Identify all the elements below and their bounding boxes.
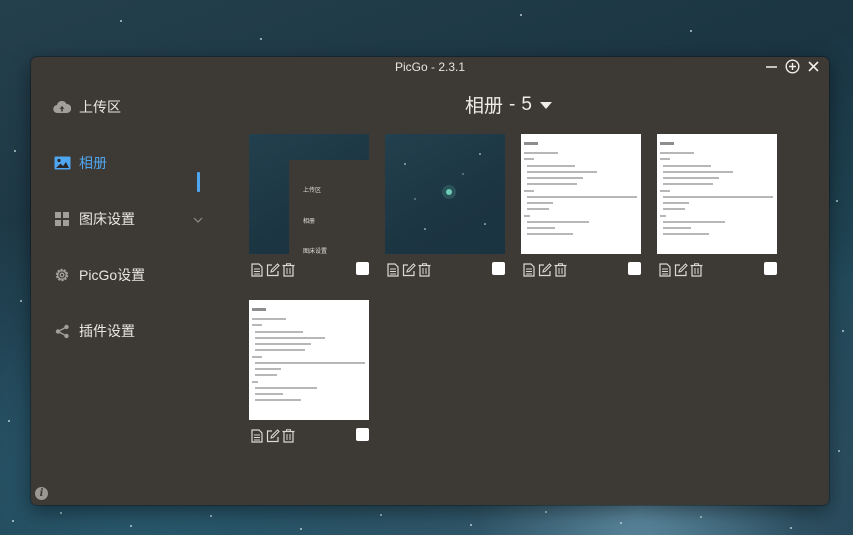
image-thumbnail[interactable] bbox=[249, 300, 369, 420]
image-thumbnail[interactable] bbox=[385, 134, 505, 254]
delete-icon[interactable] bbox=[281, 429, 296, 444]
sidebar-item-label: 相册 bbox=[79, 155, 107, 171]
copy-link-icon[interactable] bbox=[385, 263, 400, 278]
plus-circle-icon bbox=[785, 59, 800, 74]
info-icon[interactable]: i bbox=[35, 487, 48, 500]
edit-icon[interactable] bbox=[537, 263, 552, 278]
select-checkbox[interactable] bbox=[492, 262, 505, 275]
sidebar-item-image-host-settings[interactable]: 图床设置 bbox=[53, 207, 213, 231]
gallery-card bbox=[249, 300, 369, 445]
sidebar-item-label: PicGo设置 bbox=[79, 267, 146, 283]
title-bar[interactable]: PicGo - 2.3.1 bbox=[31, 57, 829, 77]
grid-icon bbox=[53, 210, 71, 228]
caret-down-icon bbox=[539, 94, 552, 116]
gallery-card bbox=[521, 134, 641, 279]
select-checkbox[interactable] bbox=[628, 262, 641, 275]
sidebar-item-label: 上传区 bbox=[79, 99, 121, 115]
copy-link-icon[interactable] bbox=[249, 263, 264, 278]
share-icon bbox=[53, 322, 71, 340]
sidebar-item-label: 插件设置 bbox=[79, 323, 135, 339]
card-actions bbox=[385, 261, 505, 279]
card-actions bbox=[249, 427, 369, 445]
maximize-button[interactable] bbox=[785, 59, 800, 74]
cloud-upload-icon bbox=[53, 98, 71, 116]
edit-icon[interactable] bbox=[673, 263, 688, 278]
sidebar-item-plugin-settings[interactable]: 插件设置 bbox=[53, 319, 213, 343]
card-actions bbox=[249, 261, 369, 279]
chevron-down-icon[interactable] bbox=[193, 211, 203, 227]
gallery-card: 上传区 相册 图床设置 bbox=[249, 134, 369, 279]
edit-icon[interactable] bbox=[401, 263, 416, 278]
select-checkbox[interactable] bbox=[356, 428, 369, 441]
gear-icon bbox=[53, 266, 71, 284]
select-checkbox[interactable] bbox=[764, 262, 777, 275]
close-button[interactable] bbox=[806, 59, 821, 74]
image-thumbnail[interactable]: 上传区 相册 图床设置 bbox=[249, 134, 369, 254]
gallery-card bbox=[657, 134, 777, 279]
sidebar-item-picgo-settings[interactable]: PicGo设置 bbox=[53, 263, 213, 287]
copy-link-icon[interactable] bbox=[249, 429, 264, 444]
sidebar: 上传区 相册 图床设置 PicGo设置 插件设置 i bbox=[31, 77, 231, 505]
picgo-window: PicGo - 2.3.1 上传区 相册 图床设置 PicGo设置 插件设置 i… bbox=[31, 57, 829, 505]
edit-icon[interactable] bbox=[265, 263, 280, 278]
gallery-title[interactable]: 相册 - 5 bbox=[465, 91, 552, 118]
copy-link-icon[interactable] bbox=[521, 263, 536, 278]
edit-icon[interactable] bbox=[265, 429, 280, 444]
delete-icon[interactable] bbox=[553, 263, 568, 278]
preview-label: 上传区 bbox=[303, 188, 322, 194]
select-checkbox[interactable] bbox=[356, 262, 369, 275]
preview-label: 图床设置 bbox=[303, 249, 328, 254]
image-thumbnail[interactable] bbox=[521, 134, 641, 254]
night-sky-image bbox=[404, 153, 486, 230]
gallery-count: 5 bbox=[521, 93, 532, 115]
sidebar-item-label: 图床设置 bbox=[79, 211, 135, 227]
close-icon bbox=[808, 61, 819, 72]
image-thumbnail[interactable] bbox=[657, 134, 777, 254]
card-actions bbox=[657, 261, 777, 279]
minimize-button[interactable] bbox=[764, 59, 779, 74]
delete-icon[interactable] bbox=[281, 263, 296, 278]
window-title: PicGo - 2.3.1 bbox=[394, 60, 466, 74]
gallery-title-separator: - bbox=[509, 93, 516, 115]
minimize-icon bbox=[766, 66, 777, 68]
delete-icon[interactable] bbox=[417, 263, 432, 278]
sidebar-item-upload[interactable]: 上传区 bbox=[53, 95, 213, 119]
delete-icon[interactable] bbox=[689, 263, 704, 278]
copy-link-icon[interactable] bbox=[657, 263, 672, 278]
sidebar-item-gallery[interactable]: 相册 bbox=[53, 151, 213, 175]
active-indicator bbox=[197, 172, 200, 192]
card-actions bbox=[521, 261, 641, 279]
thumbnail-preview-window: 上传区 相册 图床设置 bbox=[289, 160, 369, 254]
image-icon bbox=[53, 154, 71, 172]
preview-label: 相册 bbox=[303, 219, 316, 225]
gallery-card bbox=[385, 134, 505, 279]
window-controls bbox=[764, 59, 821, 74]
gallery-title-label: 相册 bbox=[465, 96, 504, 117]
